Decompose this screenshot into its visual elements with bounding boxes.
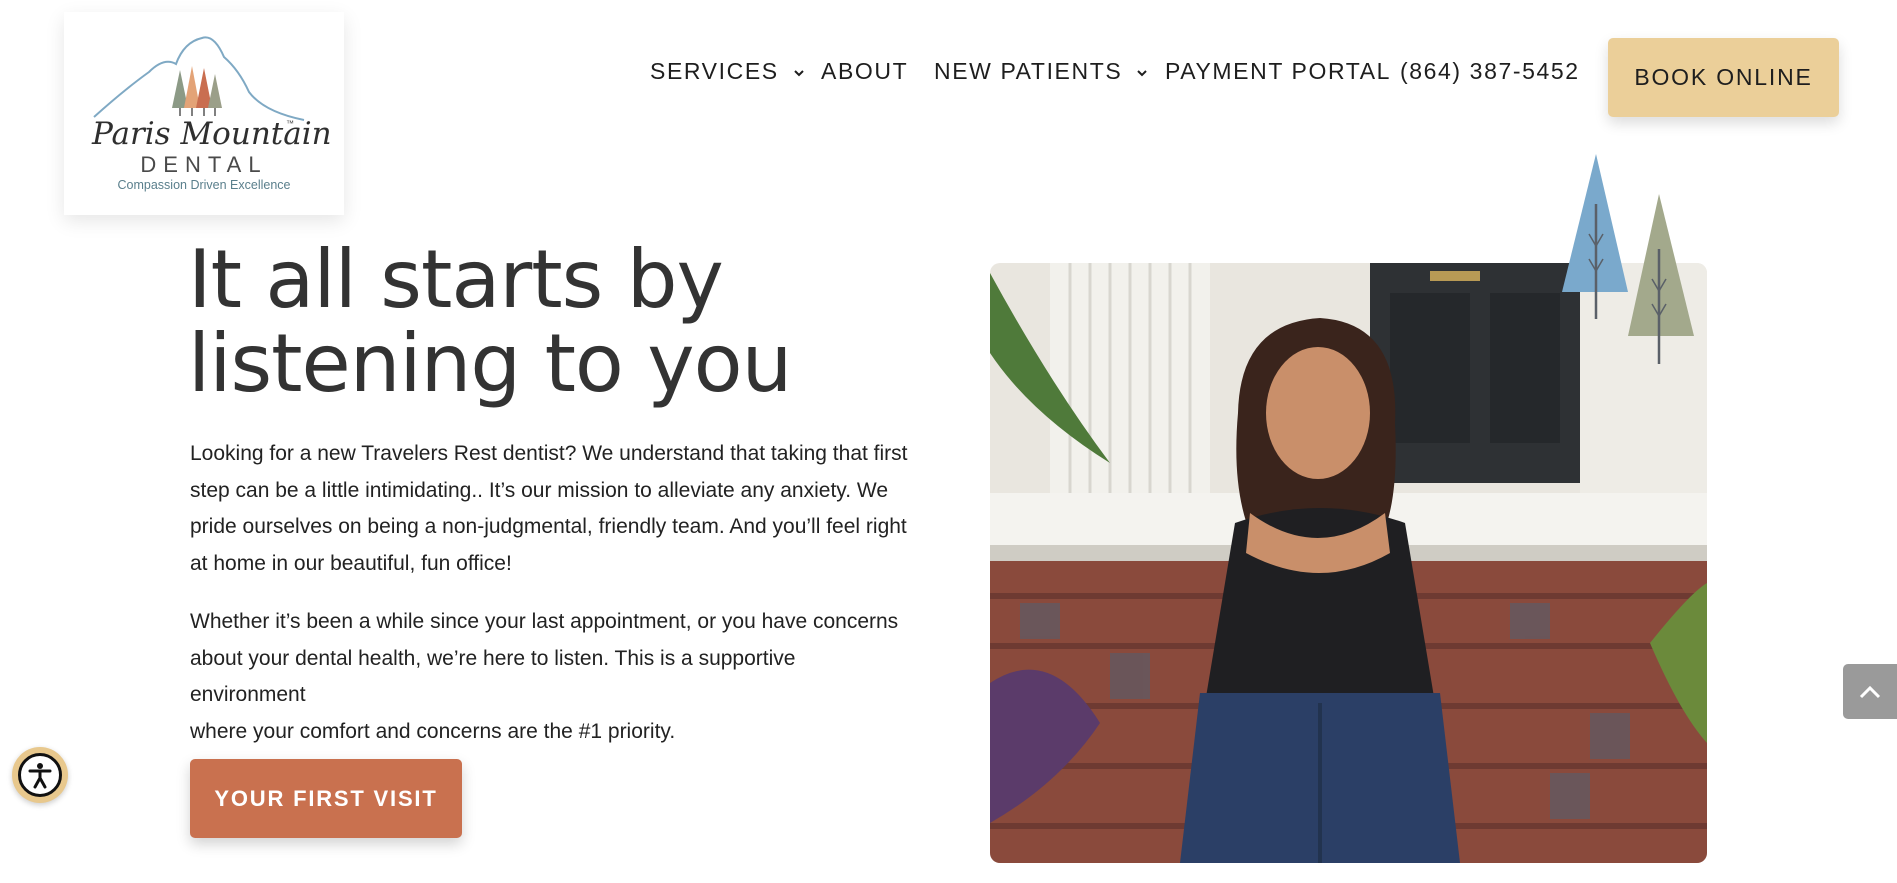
decorative-trees-icon	[1562, 154, 1694, 364]
reassurance-paragraph: Whether it’s been a while since your las…	[190, 604, 910, 750]
chevron-down-icon	[1137, 70, 1148, 77]
chevron-down-icon	[793, 70, 804, 77]
accessibility-button[interactable]	[12, 747, 68, 803]
hero-title: It all starts by listening to you	[188, 238, 908, 406]
intro-line: Looking for a new Travelers Rest dentist…	[190, 442, 908, 465]
nav-new-patients[interactable]: NEW PATIENTS	[934, 58, 1148, 85]
logo-dental: DENTAL	[140, 152, 268, 177]
first-visit-button[interactable]: YOUR FIRST VISIT	[190, 759, 462, 838]
reassurance-line: Whether it’s been a while since your las…	[190, 610, 899, 633]
nav-about[interactable]: ABOUT	[821, 58, 908, 85]
scroll-to-top-button[interactable]	[1843, 664, 1897, 719]
reassurance-line: where your comfort and concerns are the …	[190, 719, 676, 743]
intro-line: at home in our beautiful, fun office!	[190, 551, 512, 575]
chevron-up-icon	[1859, 685, 1881, 698]
reassurance-line: about your dental health, we’re here to …	[190, 646, 796, 707]
intro-line: pride ourselves on being a non-judgmenta…	[190, 515, 907, 538]
logo-tagline: Compassion Driven Excellence	[117, 178, 291, 192]
accessibility-icon	[28, 763, 52, 789]
hero-title-line-1: It all starts by	[188, 233, 724, 326]
nav-services[interactable]: SERVICES	[650, 58, 805, 85]
intro-paragraph: Looking for a new Travelers Rest dentist…	[190, 436, 910, 582]
accessibility-icon-ring	[18, 753, 62, 797]
hero-title-line-2: listening to you	[188, 317, 792, 410]
nav-phone-link[interactable]: (864) 387-5452	[1400, 58, 1580, 85]
nav-payment-portal[interactable]: PAYMENT PORTAL	[1165, 58, 1391, 85]
book-online-button[interactable]: BOOK ONLINE	[1608, 38, 1839, 117]
intro-line: step can be a little intimidating.. It’s…	[190, 478, 889, 502]
nav-services-label: SERVICES	[650, 58, 779, 84]
nav-new-patients-label: NEW PATIENTS	[934, 58, 1123, 84]
